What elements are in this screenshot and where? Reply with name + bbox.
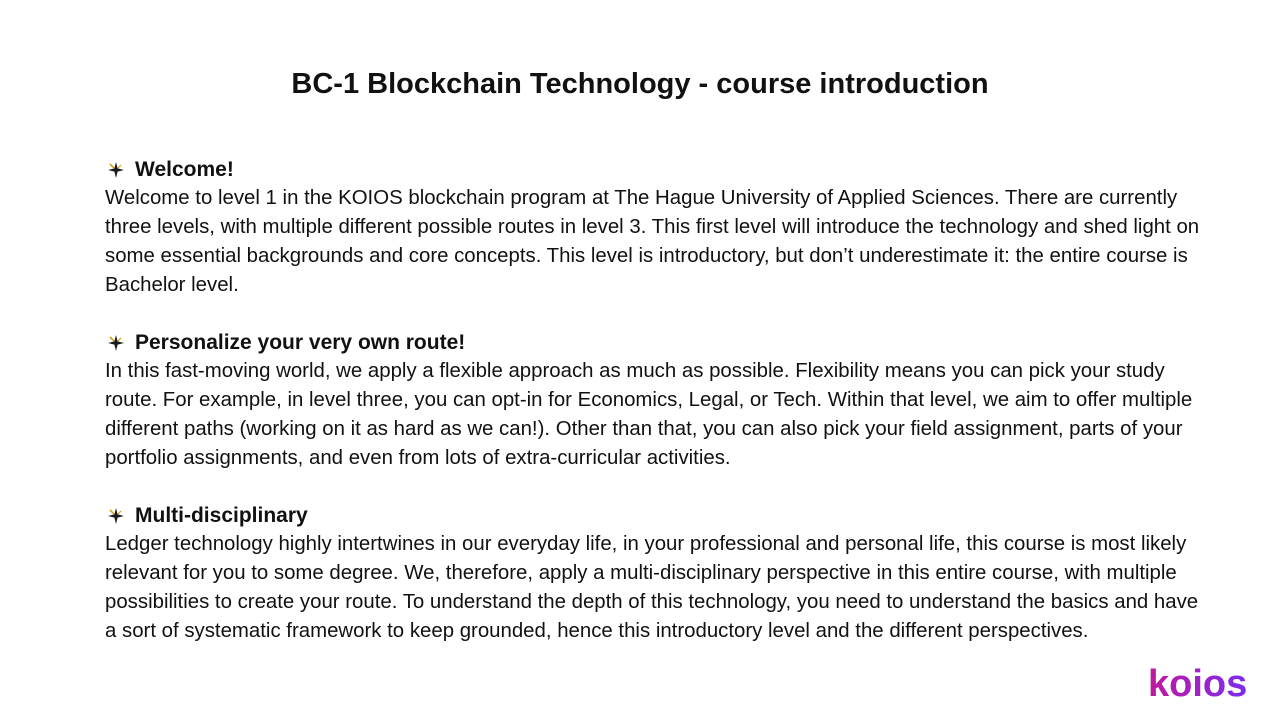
page-title: BC-1 Blockchain Technology - course intr… (291, 68, 989, 100)
section-body: Welcome to level 1 in the KOIOS blockcha… (105, 187, 1200, 296)
slide: BC-1 Blockchain Technology - course intr… (0, 0, 1280, 720)
star-burst-icon (105, 159, 127, 181)
section-body: In this fast-moving world, we apply a fl… (105, 360, 1193, 469)
section-heading: Multi-disciplinary (135, 504, 308, 527)
section-heading-row: Welcome! (105, 155, 1205, 184)
koios-logo: koios (1148, 664, 1247, 704)
section-heading-row: Multi-disciplinary (105, 501, 1205, 530)
section-body: Ledger technology highly intertwines in … (105, 533, 1199, 642)
section-heading-row: Personalize your very own route! (105, 328, 1205, 357)
section-multidisciplinary: Multi-disciplinary Ledger technology hig… (105, 501, 1205, 646)
section-welcome: Welcome! Welcome to level 1 in the KOIOS… (105, 155, 1205, 300)
section-heading: Personalize your very own route! (135, 331, 466, 354)
section-personalize: Personalize your very own route! In this… (105, 328, 1205, 473)
logo-text: koios (1148, 664, 1247, 704)
star-burst-icon (105, 505, 127, 527)
section-heading: Welcome! (135, 158, 234, 181)
star-burst-icon (105, 332, 127, 354)
